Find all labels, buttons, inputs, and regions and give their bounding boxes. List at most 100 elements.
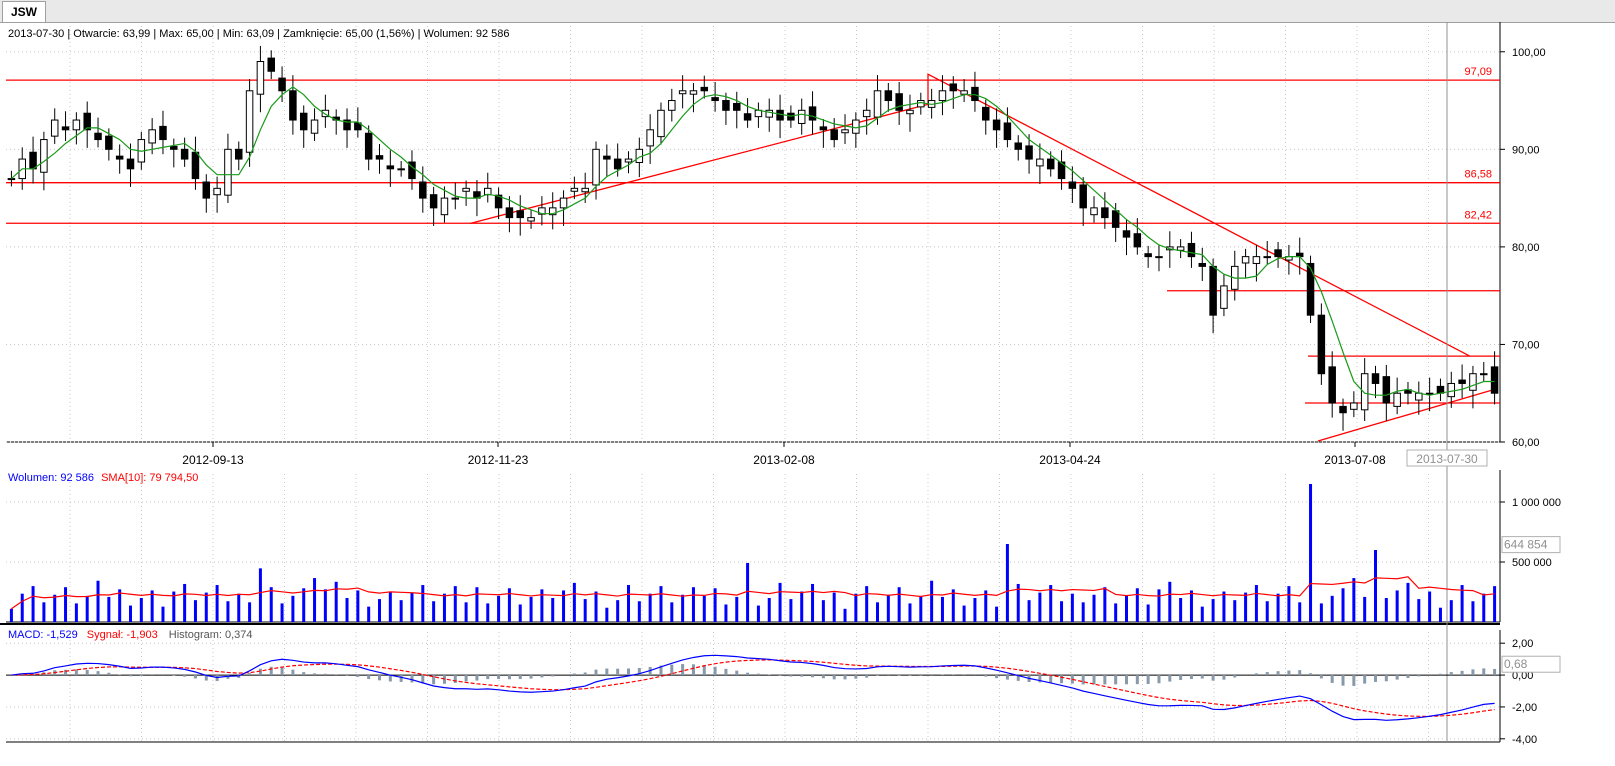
histogram-bar	[1449, 672, 1453, 676]
volume-bar	[1438, 607, 1442, 622]
candle-body	[1025, 145, 1033, 160]
histogram-bar	[85, 669, 89, 676]
volume-bar	[64, 587, 68, 622]
volume-bar	[1363, 596, 1367, 622]
candle	[971, 71, 979, 112]
histogram-bar	[1493, 668, 1497, 676]
volume-bar	[1233, 600, 1237, 622]
level-label: 82,42	[1464, 209, 1492, 221]
volume-bar	[139, 598, 143, 622]
candle-body	[603, 155, 611, 160]
volume-bar	[226, 601, 230, 622]
candle-body	[191, 151, 200, 180]
volume-bar	[345, 598, 349, 622]
candle-body	[61, 126, 70, 131]
candle-body	[527, 217, 535, 222]
candle-body	[72, 119, 81, 131]
candle-body	[451, 197, 460, 200]
candle	[1371, 365, 1380, 399]
volume-bar	[1211, 599, 1215, 622]
histogram-bar	[1189, 675, 1193, 680]
candle-body	[429, 194, 438, 209]
volume-bar	[280, 603, 284, 622]
candle	[332, 109, 340, 135]
histogram-bar	[1200, 675, 1204, 679]
volume-bar	[1406, 582, 1410, 622]
candle-body	[386, 165, 395, 170]
histogram-bar	[789, 675, 793, 677]
candle	[1155, 244, 1163, 272]
volume-bar	[53, 594, 57, 622]
volume-bar	[995, 606, 999, 622]
volume-bar	[1330, 595, 1334, 622]
candle-body	[50, 119, 59, 137]
volume-bar	[1417, 599, 1421, 622]
candle-body	[884, 90, 893, 102]
volume-bar	[1244, 592, 1248, 622]
stock-chart[interactable]: 60,00 70,00 80,00 90,00 100,00 2012-09-13 2012…	[0, 0, 1615, 766]
histogram-bar	[843, 675, 847, 680]
candle	[494, 187, 503, 220]
volume-bar	[183, 583, 187, 622]
histogram-bar	[313, 673, 317, 676]
volume-bar	[161, 606, 165, 622]
candle	[245, 79, 254, 167]
volume-bar	[886, 594, 890, 622]
volume-bar	[1341, 588, 1345, 622]
candle	[960, 79, 968, 102]
volume-bar	[1179, 598, 1183, 622]
candle-body	[1306, 262, 1315, 316]
candle	[1490, 351, 1499, 405]
volume-bar	[237, 593, 241, 622]
volume-bar	[735, 596, 739, 622]
candle-body	[1425, 392, 1434, 395]
candle	[289, 75, 297, 135]
candle-body	[1263, 256, 1271, 259]
candle-body	[808, 106, 817, 121]
candle-body	[1415, 392, 1423, 401]
cursor-date-label: 2013-07-30	[1416, 452, 1478, 466]
candle	[700, 75, 709, 99]
date-tick-label: 2012-09-13	[182, 453, 244, 467]
candle-body	[245, 90, 254, 153]
candle-body	[960, 90, 968, 95]
candle-body	[1198, 262, 1207, 267]
macd-line	[11, 654, 1495, 721]
falling-trendline	[927, 73, 1471, 357]
volume-bar	[637, 601, 641, 622]
candle	[375, 143, 384, 174]
candle	[992, 108, 1001, 148]
candle	[538, 196, 546, 226]
volume-bar	[518, 604, 522, 622]
volume-bar	[1049, 585, 1053, 622]
candle	[1111, 202, 1120, 242]
volume-bar	[107, 596, 111, 622]
candle	[852, 112, 860, 148]
histogram-bar	[1352, 675, 1356, 686]
candle-body	[1144, 253, 1152, 258]
candle	[1436, 378, 1445, 402]
candle-body	[375, 155, 384, 160]
candle-body	[678, 90, 687, 95]
candle	[516, 195, 524, 236]
candle	[1057, 150, 1066, 190]
candle-body	[711, 97, 719, 102]
volume-bar	[681, 594, 685, 622]
candle-body	[830, 129, 838, 141]
histogram-bar	[269, 666, 273, 676]
volume-bar	[432, 601, 436, 622]
histogram-bar	[1125, 675, 1128, 685]
candle	[29, 136, 37, 184]
histogram-bar	[767, 674, 771, 676]
candle-body	[852, 119, 860, 134]
candle-body	[689, 90, 698, 95]
histogram-bar	[908, 675, 912, 676]
candle-body	[1350, 402, 1358, 410]
volume-bar	[248, 602, 252, 622]
candle-body	[440, 197, 449, 216]
volume-bar	[951, 589, 955, 622]
histogram-bar	[345, 675, 349, 677]
volume-bar	[940, 596, 944, 622]
volume-bar	[551, 598, 555, 622]
volume-bar	[42, 602, 46, 622]
